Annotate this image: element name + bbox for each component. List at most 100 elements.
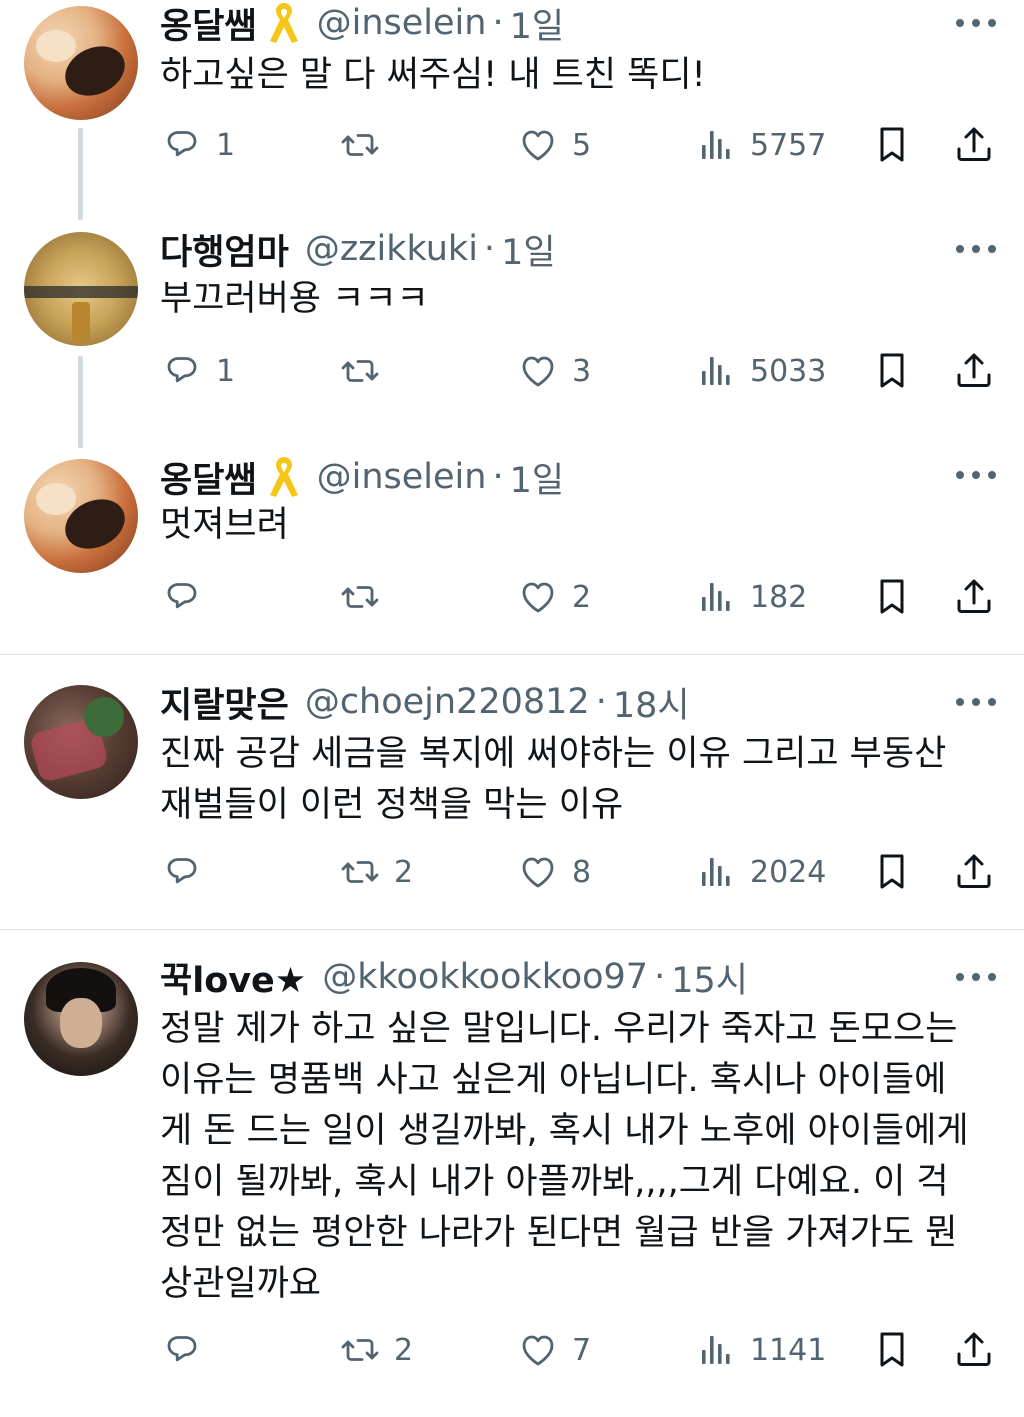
bookmark-icon	[880, 579, 904, 614]
views-button[interactable]: 5033	[694, 346, 826, 396]
separator-dot: ·	[595, 682, 607, 722]
views-button[interactable]: 2024	[694, 847, 826, 897]
retweet-count: 2	[394, 854, 414, 890]
views-button[interactable]: 182	[694, 572, 807, 622]
yellow-ribbon-icon	[269, 3, 298, 43]
bookmark-button[interactable]	[870, 346, 914, 396]
like-icon	[522, 130, 554, 161]
tweet-text: 정말 제가 하고 싶은 말입니다. 우리가 죽자고 돈모으는 이유는 명품백 사…	[160, 1004, 1010, 1310]
views-icon	[702, 131, 730, 159]
separator-dot: ·	[483, 229, 496, 269]
more-icon[interactable]	[956, 972, 996, 982]
retweet-icon	[341, 134, 379, 156]
reply-button[interactable]: 1	[160, 346, 235, 396]
timestamp[interactable]: 1일	[501, 224, 555, 275]
tweet-text-line: 상관일까요	[160, 1264, 322, 1304]
reply-button[interactable]	[160, 1325, 216, 1375]
bookmark-button[interactable]	[870, 572, 914, 622]
timestamp[interactable]: 15시	[671, 952, 748, 1003]
share-button[interactable]	[952, 1325, 996, 1375]
views-button[interactable]: 5757	[694, 120, 826, 170]
separator-dot: ·	[492, 457, 504, 497]
avatar[interactable]	[24, 6, 138, 120]
display-name[interactable]: 옹달쌤	[160, 0, 257, 49]
more-icon[interactable]	[956, 244, 996, 254]
tweet-text-line: 게 돈 드는 일이 생길까봐, 혹시 내가 노후에 아이들에게	[160, 1111, 969, 1151]
tweet-text-line: 정만 없는 평안한 나라가 된다면 월급 반을 가져가도 뭔	[160, 1213, 958, 1253]
more-icon[interactable]	[956, 470, 996, 480]
handle[interactable]: @kkookkookkoo97	[322, 957, 648, 997]
tweet[interactable]: 옹달쌤 @inselein · 1일 멋져브려 2 182	[0, 454, 1024, 654]
share-icon	[957, 1332, 991, 1366]
retweet-button[interactable]	[338, 120, 394, 170]
retweet-icon	[341, 861, 379, 883]
display-name[interactable]: 옹달쌤	[160, 452, 257, 503]
avatar[interactable]	[24, 459, 138, 573]
tweet[interactable]: 지랄맞은 @choejn220812 · 18시 진짜 공감 세금을 복지에 써…	[0, 655, 1024, 929]
share-button[interactable]	[952, 572, 996, 622]
like-button[interactable]: 2	[516, 572, 591, 622]
timestamp[interactable]: 18시	[613, 677, 690, 728]
bookmark-icon	[880, 353, 904, 388]
share-icon	[957, 579, 991, 613]
retweet-count: 2	[394, 1332, 414, 1368]
reply-button[interactable]	[160, 572, 216, 622]
bookmark-button[interactable]	[870, 847, 914, 897]
like-icon	[522, 356, 554, 387]
retweet-button[interactable]	[338, 572, 394, 622]
share-icon	[957, 127, 991, 161]
separator-dot: ·	[492, 3, 504, 43]
view-count: 1141	[750, 1332, 827, 1368]
handle[interactable]: @inselein	[317, 457, 487, 497]
like-button[interactable]: 8	[516, 847, 591, 897]
tweet-text: 부끄러버용 ㅋㅋㅋ	[160, 279, 429, 319]
tweet-text: 진짜 공감 세금을 복지에 써야하는 이유 그리고 부동산 재벌들이 이런 정책…	[160, 729, 1000, 831]
display-name[interactable]: 꾹love★	[160, 952, 306, 1003]
handle[interactable]: @choejn220812	[305, 682, 590, 722]
avatar[interactable]	[24, 685, 138, 799]
retweet-icon	[341, 360, 379, 382]
like-count: 2	[572, 579, 592, 615]
bookmark-button[interactable]	[870, 120, 914, 170]
reply-count: 1	[216, 127, 236, 163]
like-count: 5	[572, 127, 592, 163]
views-icon	[702, 583, 730, 611]
tweet-text-line: 진짜 공감 세금을 복지에 써야하는 이유 그리고 부동산	[160, 734, 947, 774]
share-button[interactable]	[952, 346, 996, 396]
display-name[interactable]: 다행엄마	[160, 224, 289, 275]
bookmark-icon	[880, 1332, 904, 1367]
avatar[interactable]	[24, 232, 138, 346]
more-icon[interactable]	[956, 697, 996, 707]
share-button[interactable]	[952, 120, 996, 170]
like-button[interactable]: 3	[516, 346, 591, 396]
like-button[interactable]: 5	[516, 120, 591, 170]
views-button[interactable]: 1141	[694, 1325, 826, 1375]
view-count: 2024	[750, 854, 827, 890]
retweet-button[interactable]	[338, 346, 394, 396]
more-icon[interactable]	[956, 18, 996, 28]
avatar[interactable]	[24, 962, 138, 1076]
retweet-button[interactable]: 2	[338, 1325, 413, 1375]
bookmark-icon	[880, 854, 904, 889]
reply-button[interactable]	[160, 847, 216, 897]
views-icon	[702, 858, 730, 886]
like-button[interactable]: 7	[516, 1325, 591, 1375]
timestamp[interactable]: 1일	[510, 452, 564, 503]
tweet-text-line: 이유는 명품백 사고 싶은게 아닙니다. 혹시나 아이들에	[160, 1060, 947, 1100]
retweet-button[interactable]: 2	[338, 847, 413, 897]
handle[interactable]: @zzikkuki	[305, 229, 478, 269]
tweet[interactable]: 옹달쌤 @inselein · 1일 하고싶은 말 다 써주심! 내 트친 똑디…	[0, 0, 1024, 228]
reply-button[interactable]: 1	[160, 120, 235, 170]
handle[interactable]: @inselein	[317, 3, 487, 43]
tweet[interactable]: 다행엄마 @zzikkuki · 1일 부끄러버용 ㅋㅋㅋ 1 3 5033	[0, 228, 1024, 454]
like-count: 7	[572, 1332, 592, 1368]
reply-icon	[167, 357, 197, 383]
display-name[interactable]: 지랄맞은	[160, 677, 289, 728]
tweet[interactable]: 꾹love★ @kkookkookkoo97 · 15시 정말 제가 하고 싶은…	[0, 930, 1024, 1417]
like-icon	[522, 857, 554, 888]
retweet-icon	[341, 586, 379, 608]
share-button[interactable]	[952, 847, 996, 897]
reply-icon	[167, 858, 197, 884]
bookmark-button[interactable]	[870, 1325, 914, 1375]
timestamp[interactable]: 1일	[510, 0, 564, 49]
